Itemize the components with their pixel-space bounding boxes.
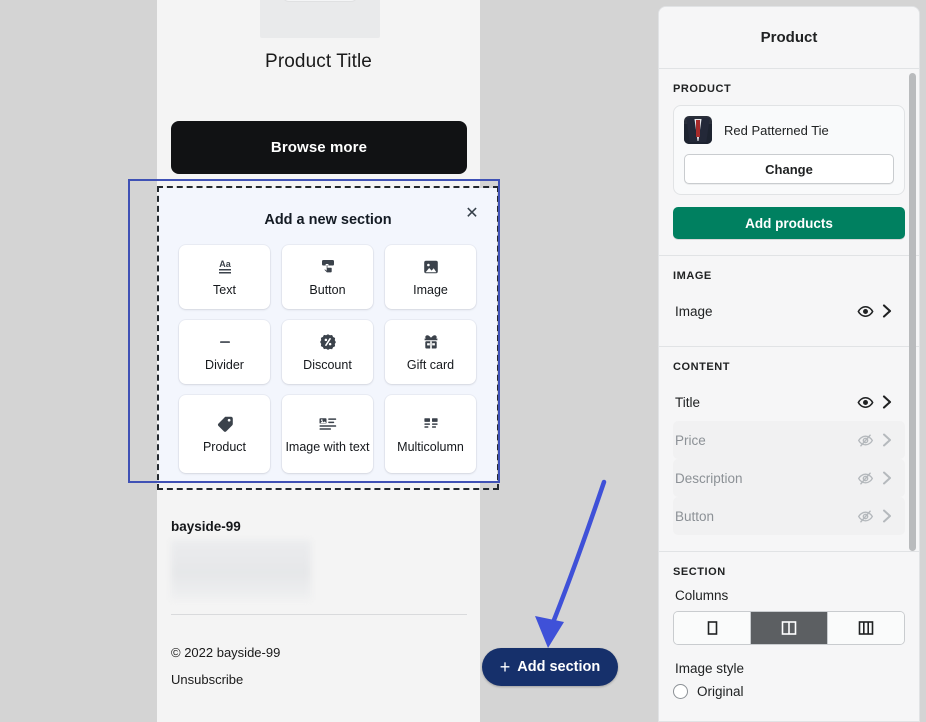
row-label: Button	[675, 508, 715, 524]
selected-product-row: Red Patterned Tie	[684, 116, 894, 144]
blurred-content-block	[171, 540, 311, 600]
image-style-option-original[interactable]: Original	[673, 684, 905, 699]
add-products-button[interactable]: Add products	[673, 207, 905, 239]
eye-visible-icon[interactable]	[853, 303, 877, 320]
plus-icon: +	[499, 656, 511, 677]
divider-icon	[215, 331, 235, 353]
browse-more-button[interactable]: Browse more	[171, 121, 467, 174]
inspector-group-image: IMAGE Image	[659, 256, 919, 347]
columns-option-1[interactable]	[674, 612, 751, 644]
text-aa-icon: Aa	[215, 256, 235, 278]
row-label: Price	[675, 432, 706, 448]
section-tile-label: Image	[413, 282, 448, 297]
row-label: Description	[675, 470, 743, 486]
section-tile-multicolumn[interactable]: Multicolumn	[385, 395, 476, 473]
product-thumbnail	[684, 116, 712, 144]
gift-card-icon	[421, 331, 441, 353]
inspector-title: Product	[659, 7, 919, 69]
group-label-product: PRODUCT	[673, 83, 732, 95]
eye-hidden-icon[interactable]	[853, 432, 877, 449]
svg-text:Aa: Aa	[219, 259, 231, 269]
footer-divider	[171, 614, 467, 615]
brand-name-text: bayside-99	[171, 519, 241, 534]
section-tile-discount[interactable]: Discount	[282, 320, 373, 384]
section-tile-image-with-text[interactable]: Image with text	[282, 395, 373, 473]
inspector-panel: Product PRODUCT Red Patterned Tie Change…	[658, 6, 920, 722]
chevron-right-icon[interactable]	[877, 304, 897, 318]
inspector-row-title[interactable]: Title	[673, 383, 905, 421]
image-style-label: Image style	[675, 661, 745, 676]
three-column-icon	[858, 621, 874, 635]
inspector-scrollbar[interactable]	[909, 73, 916, 551]
placeholder-chip	[282, 0, 358, 2]
eye-hidden-icon[interactable]	[853, 508, 877, 525]
add-section-popover: Add a new section ✕ Aa Text Button Image…	[159, 188, 497, 482]
chevron-right-icon[interactable]	[877, 471, 897, 485]
section-tile-divider[interactable]: Divider	[179, 320, 270, 384]
selected-product-card: Red Patterned Tie Change	[673, 105, 905, 195]
inspector-body: PRODUCT Red Patterned Tie Change Add pro…	[659, 69, 919, 721]
section-tile-image[interactable]: Image	[385, 245, 476, 309]
close-icon[interactable]: ✕	[461, 203, 483, 225]
section-type-grid: Aa Text Button Image Divider Discount Gi…	[179, 245, 477, 473]
add-section-button-label: Add section	[517, 659, 601, 675]
eye-visible-icon[interactable]	[853, 394, 877, 411]
inspector-group-section: SECTION Columns Image style Original	[659, 552, 919, 715]
chevron-right-icon[interactable]	[877, 395, 897, 409]
row-label: Title	[675, 394, 701, 410]
section-tile-label: Divider	[205, 357, 244, 372]
section-tile-label: Multicolumn	[397, 439, 464, 454]
chevron-right-icon[interactable]	[877, 509, 897, 523]
inspector-group-content: CONTENT Title Price Description Button	[659, 347, 919, 552]
image-placeholder	[260, 0, 380, 38]
group-label-content: CONTENT	[673, 361, 731, 373]
product-name-text: Red Patterned Tie	[724, 122, 829, 138]
image-with-text-icon	[317, 413, 339, 435]
columns-label: Columns	[675, 588, 729, 603]
inspector-row-button[interactable]: Button	[673, 497, 905, 535]
product-tag-icon	[215, 413, 235, 435]
section-tile-text[interactable]: Aa Text	[179, 245, 270, 309]
image-icon	[421, 256, 441, 278]
annotation-arrow	[535, 479, 607, 648]
inspector-row-description[interactable]: Description	[673, 459, 905, 497]
columns-option-2[interactable]	[751, 612, 828, 644]
discount-badge-icon	[318, 331, 338, 353]
add-section-button[interactable]: + Add section	[482, 648, 618, 686]
section-tile-label: Product	[202, 439, 247, 454]
multicolumn-icon	[421, 413, 441, 435]
inspector-group-product: PRODUCT Red Patterned Tie Change Add pro…	[659, 69, 919, 256]
inspector-row-price[interactable]: Price	[673, 421, 905, 459]
row-label: Image	[675, 303, 713, 319]
radio-label: Original	[697, 684, 744, 699]
button-click-icon	[318, 256, 338, 278]
section-tile-label: Discount	[303, 357, 352, 372]
chevron-right-icon[interactable]	[877, 433, 897, 447]
group-label-image: IMAGE	[673, 270, 712, 282]
section-tile-button[interactable]: Button	[282, 245, 373, 309]
unsubscribe-link[interactable]: Unsubscribe	[171, 672, 243, 687]
change-product-button[interactable]: Change	[684, 154, 894, 184]
eye-hidden-icon[interactable]	[853, 470, 877, 487]
product-title-text: Product Title	[265, 51, 372, 72]
group-label-section: SECTION	[673, 566, 726, 578]
section-tile-label: Image with text	[285, 439, 370, 454]
section-tile-label: Gift card	[406, 357, 455, 372]
columns-option-3[interactable]	[828, 612, 904, 644]
section-tile-label: Text	[213, 282, 236, 297]
radio-icon[interactable]	[673, 684, 688, 699]
add-section-title: Add a new section	[264, 212, 392, 228]
section-tile-gift-card[interactable]: Gift card	[385, 320, 476, 384]
two-column-icon	[781, 621, 797, 635]
one-column-icon	[707, 621, 717, 635]
section-tile-label: Button	[309, 282, 346, 297]
section-tile-product[interactable]: Product	[179, 395, 270, 473]
app-root: Product Title Browse more bayside-99 © 2…	[0, 0, 926, 722]
columns-segmented-control	[673, 611, 905, 645]
copyright-text: © 2022 bayside-99	[171, 645, 281, 660]
inspector-row-image[interactable]: Image	[673, 292, 905, 330]
